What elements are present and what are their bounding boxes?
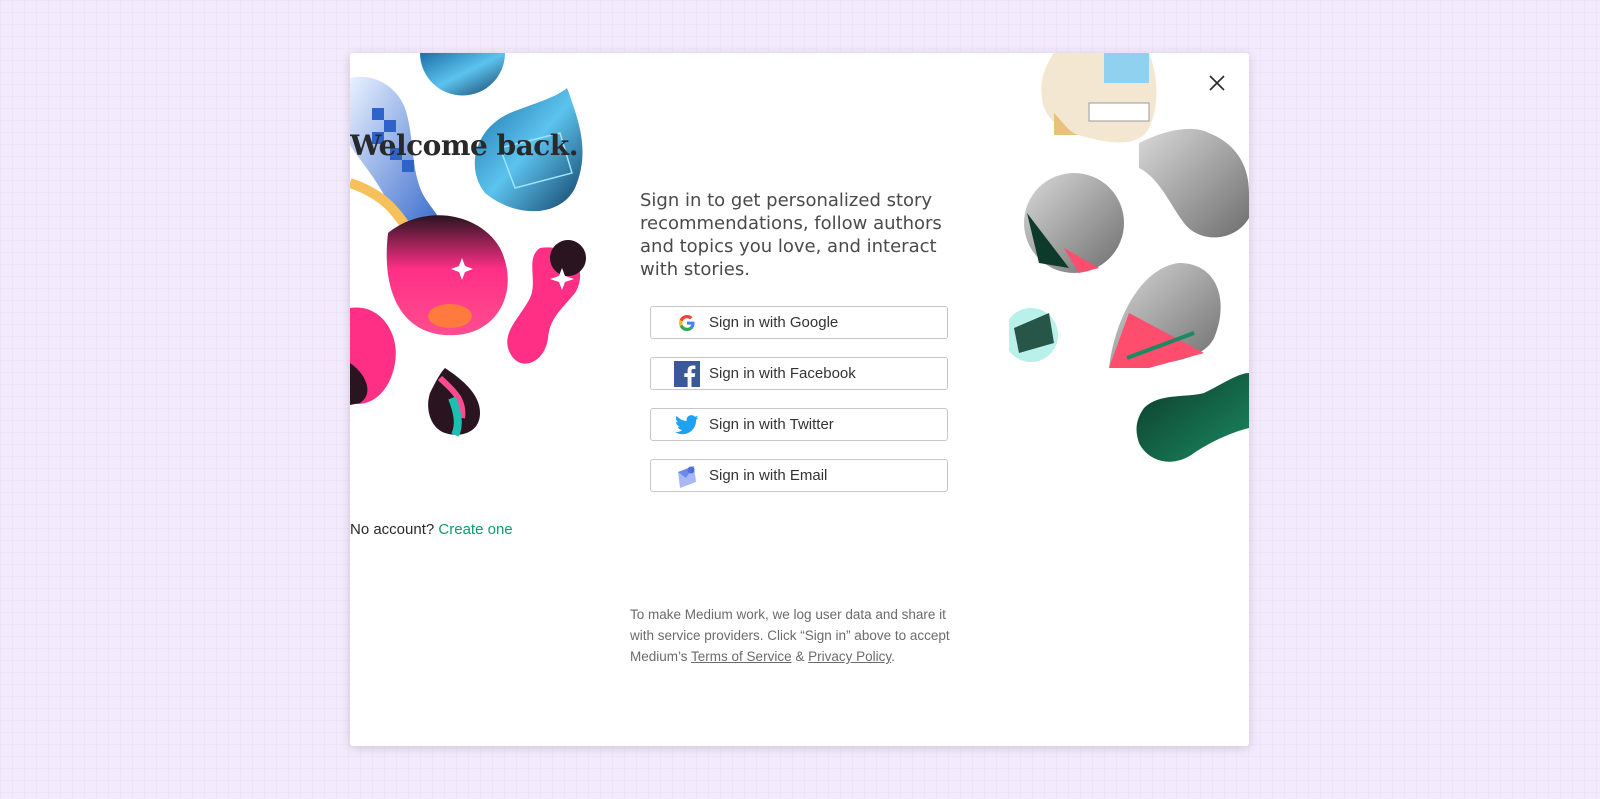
facebook-icon <box>673 360 701 388</box>
legal-and: & <box>795 649 805 664</box>
signin-email-label: Sign in with Email <box>709 467 828 484</box>
no-account-row: No account? Create one <box>350 521 1249 538</box>
signin-twitter-button[interactable]: Sign in with Twitter <box>650 408 948 441</box>
signin-facebook-button[interactable]: Sign in with Facebook <box>650 357 948 390</box>
legal-period: . <box>891 649 895 664</box>
close-button[interactable] <box>1205 71 1229 95</box>
dialog-subtitle: Sign in to get personalized story recomm… <box>640 190 942 280</box>
create-account-link[interactable]: Create one <box>438 521 512 538</box>
legal-notice: To make Medium work, we log user data an… <box>630 604 970 667</box>
signin-twitter-label: Sign in with Twitter <box>709 416 834 433</box>
no-account-text: No account? <box>350 521 435 538</box>
signin-email-button[interactable]: Sign in with Email <box>650 459 948 492</box>
email-icon <box>673 462 701 490</box>
privacy-policy-link[interactable]: Privacy Policy <box>808 649 891 664</box>
google-icon <box>673 309 701 337</box>
decorative-artwork-right <box>1009 53 1249 462</box>
signin-facebook-label: Sign in with Facebook <box>709 365 856 382</box>
twitter-icon <box>673 411 701 439</box>
close-icon <box>1209 75 1225 91</box>
terms-of-service-link[interactable]: Terms of Service <box>691 649 792 664</box>
signin-dialog: Welcome back. Sign in to get personalize… <box>350 53 1249 746</box>
dialog-title: Welcome back. <box>350 129 578 162</box>
decorative-artwork-left <box>350 53 586 437</box>
signin-google-label: Sign in with Google <box>709 314 839 331</box>
signin-google-button[interactable]: Sign in with Google <box>650 306 948 339</box>
